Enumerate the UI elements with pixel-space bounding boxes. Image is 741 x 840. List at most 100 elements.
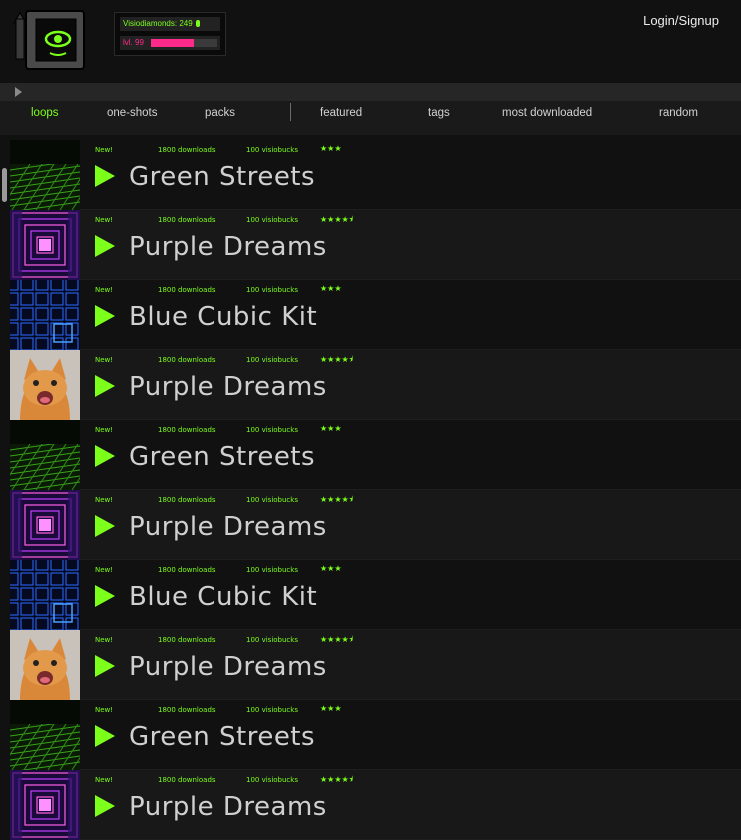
play-icon[interactable] <box>95 585 115 607</box>
price-label: 100 visiobucks <box>246 146 298 154</box>
logo-icon[interactable] <box>12 9 88 71</box>
list-item[interactable]: New! 1800 downloads 100 visiobucks ★★★★⯨… <box>10 770 741 840</box>
nav-tab-random[interactable]: random <box>659 107 698 119</box>
list-item[interactable]: New! 1800 downloads 100 visiobucks ★★★ B… <box>10 280 741 350</box>
play-icon[interactable] <box>95 165 115 187</box>
rating-stars: ★★★★⯨ <box>320 495 353 504</box>
nav-tab-one-shots[interactable]: one-shots <box>107 107 158 119</box>
item-title[interactable]: Purple Dreams <box>129 372 327 402</box>
scrollbar-thumb[interactable] <box>2 168 7 202</box>
thumbnail-image <box>10 560 80 630</box>
rating-stars: ★★★★⯨ <box>320 215 353 224</box>
download-count: 1800 downloads <box>158 496 216 504</box>
level-progress-fill <box>151 39 194 47</box>
download-count: 1800 downloads <box>158 426 216 434</box>
item-title[interactable]: Purple Dreams <box>129 792 327 822</box>
price-label: 100 visiobucks <box>246 706 298 714</box>
list-item[interactable]: New! 1800 downloads 100 visiobucks ★★★ G… <box>10 420 741 490</box>
price-label: 100 visiobucks <box>246 356 298 364</box>
price-label: 100 visiobucks <box>246 496 298 504</box>
sample-list: New! 1800 downloads 100 visiobucks ★★★ G… <box>10 140 741 840</box>
play-icon[interactable] <box>95 655 115 677</box>
level-progress-bar <box>151 39 217 47</box>
new-badge: New! <box>95 216 114 224</box>
list-item[interactable]: New! 1800 downloads 100 visiobucks ★★★ B… <box>10 560 741 630</box>
list-item[interactable]: New! 1800 downloads 100 visiobucks ★★★★⯨… <box>10 210 741 280</box>
item-title[interactable]: Purple Dreams <box>129 512 327 542</box>
item-title[interactable]: Purple Dreams <box>129 232 327 262</box>
level-indicator: lvl. 99 <box>120 36 220 50</box>
price-label: 100 visiobucks <box>246 636 298 644</box>
nav-tab-tags[interactable]: tags <box>428 107 450 119</box>
list-item[interactable]: New! 1800 downloads 100 visiobucks ★★★ G… <box>10 140 741 210</box>
diamonds-counter: Visiodiamonds: 249 <box>120 17 220 31</box>
rating-stars: ★★★ <box>320 424 342 433</box>
new-badge: New! <box>95 146 114 154</box>
new-badge: New! <box>95 706 114 714</box>
category-nav: loops one-shots packs featured tags most… <box>0 101 741 135</box>
new-badge: New! <box>95 776 114 784</box>
download-count: 1800 downloads <box>158 636 216 644</box>
download-count: 1800 downloads <box>158 146 216 154</box>
price-label: 100 visiobucks <box>246 216 298 224</box>
price-label: 100 visiobucks <box>246 426 298 434</box>
play-icon[interactable] <box>95 725 115 747</box>
download-count: 1800 downloads <box>158 706 216 714</box>
list-item[interactable]: New! 1800 downloads 100 visiobucks ★★★★⯨… <box>10 630 741 700</box>
rating-stars: ★★★ <box>320 144 342 153</box>
download-count: 1800 downloads <box>158 286 216 294</box>
nav-divider <box>290 103 291 121</box>
list-item[interactable]: New! 1800 downloads 100 visiobucks ★★★★⯨… <box>10 490 741 560</box>
rating-stars: ★★★★⯨ <box>320 635 353 644</box>
new-badge: New! <box>95 566 114 574</box>
user-stats-panel: Visiodiamonds: 249 lvl. 99 <box>114 12 226 56</box>
item-title[interactable]: Green Streets <box>129 722 315 752</box>
item-title[interactable]: Blue Cubic Kit <box>129 582 317 612</box>
item-title[interactable]: Blue Cubic Kit <box>129 302 317 332</box>
thumbnail-image <box>10 350 80 420</box>
thumbnail-image <box>10 140 80 210</box>
player-play-icon[interactable] <box>15 87 22 97</box>
thumbnail-image <box>10 210 80 280</box>
new-badge: New! <box>95 496 114 504</box>
download-count: 1800 downloads <box>158 566 216 574</box>
rating-stars: ★★★★⯨ <box>320 775 353 784</box>
new-badge: New! <box>95 426 114 434</box>
nav-tab-most-downloaded[interactable]: most downloaded <box>502 107 592 119</box>
thumbnail-image <box>10 420 80 490</box>
nav-tab-packs[interactable]: packs <box>205 107 235 119</box>
level-label: lvl. 99 <box>123 38 144 47</box>
new-badge: New! <box>95 286 114 294</box>
rating-stars: ★★★ <box>320 284 342 293</box>
thumbnail-image <box>10 700 80 770</box>
thumbnail-image <box>10 770 80 840</box>
download-count: 1800 downloads <box>158 776 216 784</box>
scrollbar-track[interactable] <box>0 140 10 814</box>
player-bar[interactable] <box>0 83 741 101</box>
nav-tab-featured[interactable]: featured <box>320 107 362 119</box>
rating-stars: ★★★★⯨ <box>320 355 353 364</box>
price-label: 100 visiobucks <box>246 566 298 574</box>
rating-stars: ★★★ <box>320 564 342 573</box>
header: Visiodiamonds: 249 lvl. 99 Login/Signup <box>0 0 741 82</box>
play-icon[interactable] <box>95 305 115 327</box>
thumbnail-image <box>10 280 80 350</box>
login-signup-link[interactable]: Login/Signup <box>643 13 719 28</box>
list-item[interactable]: New! 1800 downloads 100 visiobucks ★★★ G… <box>10 700 741 770</box>
download-count: 1800 downloads <box>158 356 216 364</box>
item-title[interactable]: Green Streets <box>129 162 315 192</box>
nav-tab-loops[interactable]: loops <box>31 107 59 119</box>
rating-stars: ★★★ <box>320 704 342 713</box>
item-title[interactable]: Green Streets <box>129 442 315 472</box>
list-item[interactable]: New! 1800 downloads 100 visiobucks ★★★★⯨… <box>10 350 741 420</box>
diamonds-label: Visiodiamonds: 249 <box>123 19 193 28</box>
thumbnail-image <box>10 630 80 700</box>
play-icon[interactable] <box>95 235 115 257</box>
play-icon[interactable] <box>95 515 115 537</box>
new-badge: New! <box>95 356 114 364</box>
play-icon[interactable] <box>95 445 115 467</box>
play-icon[interactable] <box>95 375 115 397</box>
price-label: 100 visiobucks <box>246 776 298 784</box>
item-title[interactable]: Purple Dreams <box>129 652 327 682</box>
thumbnail-image <box>10 490 80 560</box>
